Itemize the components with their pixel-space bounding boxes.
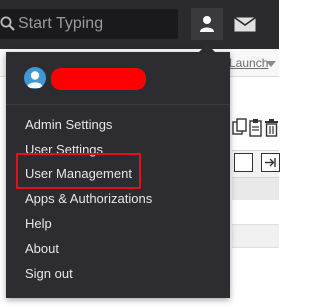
- redacted-user-name: [51, 68, 146, 90]
- highlight-annotation: [16, 153, 141, 189]
- avatar-user-icon: [27, 71, 43, 88]
- mail-button[interactable]: [230, 8, 260, 40]
- search-input[interactable]: Start Typing: [18, 13, 103, 35]
- menu-item-sign-out[interactable]: Sign out: [25, 266, 73, 282]
- launch-link[interactable]: Launch: [229, 56, 268, 70]
- search-icon: [0, 16, 15, 31]
- menu-item-admin-settings[interactable]: Admin Settings: [25, 117, 112, 133]
- user-icon: [200, 16, 214, 32]
- paste-icon[interactable]: [248, 118, 263, 138]
- apps-button[interactable]: [268, 8, 279, 40]
- top-nav-bar: Start Typing: [0, 0, 279, 49]
- menu-item-apps-authorizations[interactable]: Apps & Authorizations: [25, 191, 152, 207]
- menu-item-help[interactable]: Help: [25, 216, 52, 232]
- background-field[interactable]: [234, 153, 253, 172]
- launch-caret-icon[interactable]: [266, 61, 276, 67]
- menu-item-about[interactable]: About: [25, 241, 59, 257]
- user-menu-button[interactable]: [191, 8, 223, 40]
- background-toolbar: [232, 118, 279, 140]
- avatar: [24, 67, 46, 89]
- dropdown-pointer: [199, 44, 215, 52]
- search-box[interactable]: Start Typing: [0, 9, 178, 39]
- profile-row: [6, 52, 230, 102]
- background-row: [232, 201, 279, 223]
- trash-icon[interactable]: [264, 118, 279, 138]
- background-row: [232, 224, 279, 248]
- import-icon[interactable]: [261, 153, 280, 172]
- mail-icon: [234, 17, 256, 32]
- menu-divider: [6, 104, 230, 105]
- copy-icon[interactable]: [232, 118, 247, 138]
- background-row: [232, 178, 279, 200]
